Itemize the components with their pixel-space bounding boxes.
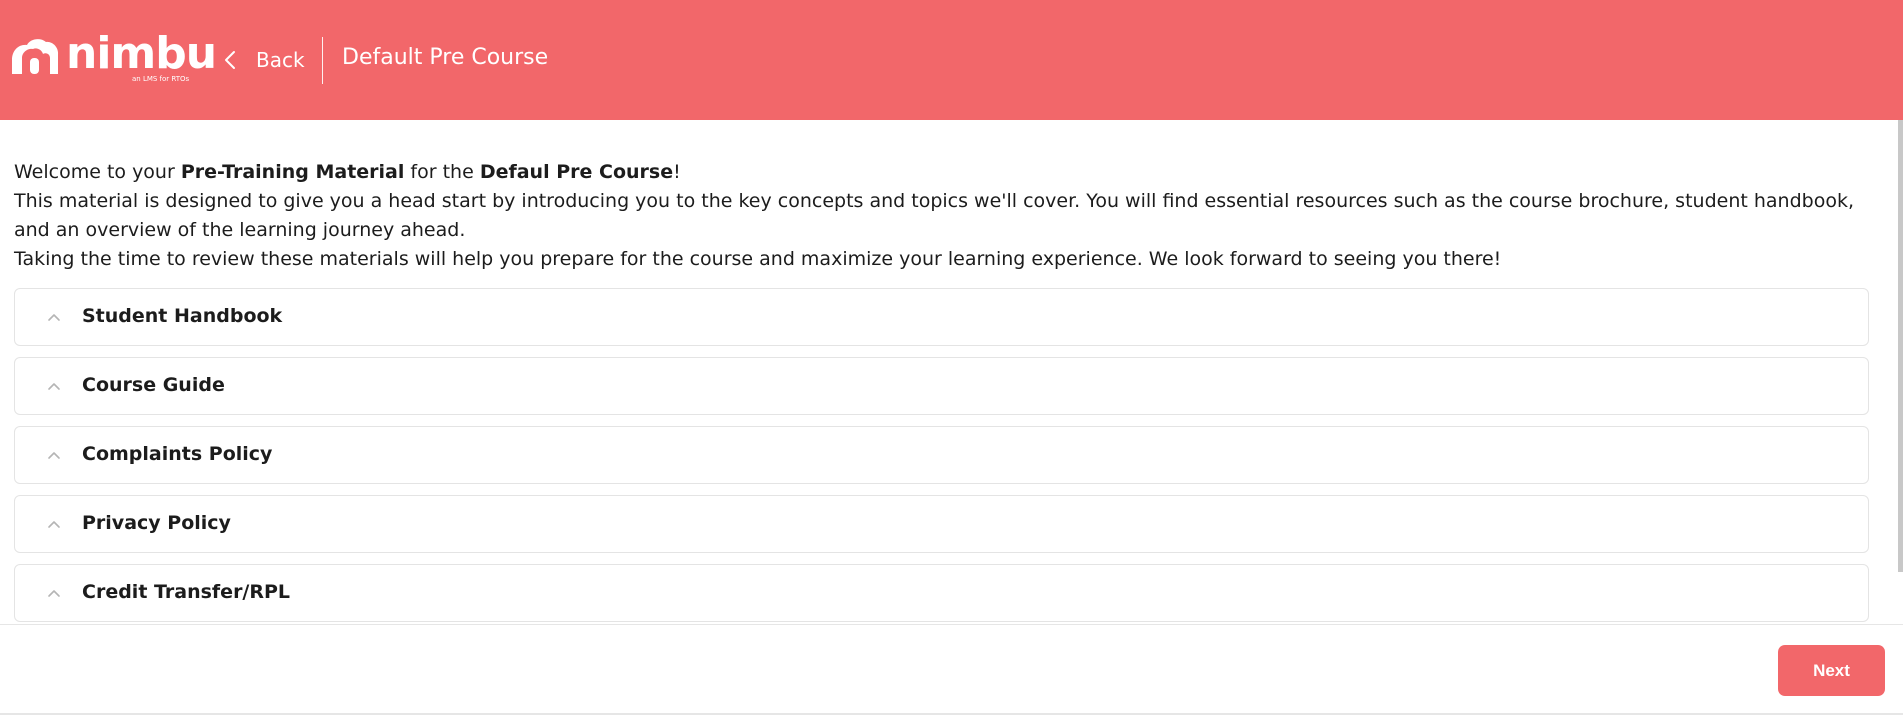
- header-divider: [322, 37, 323, 84]
- course-title: Default Pre Course: [342, 45, 549, 70]
- intro-welcome-suffix: !: [673, 161, 681, 183]
- logo-tagline: an LMS for RTOs: [132, 75, 190, 83]
- main-content: Welcome to your Pre-Training Material fo…: [0, 120, 1898, 624]
- back-button[interactable]: Back: [222, 44, 305, 76]
- intro-text: Welcome to your Pre-Training Material fo…: [14, 158, 1874, 274]
- top-header: nimbu an LMS for RTOs Back Default Pre C…: [0, 0, 1903, 120]
- chevron-up-icon: [48, 521, 60, 528]
- intro-encouragement: Taking the time to review these material…: [14, 248, 1502, 270]
- chevron-up-icon: [48, 314, 60, 321]
- accordion-label: Credit Transfer/RPL: [82, 581, 291, 603]
- accordion-student-handbook[interactable]: Student Handbook: [14, 288, 1869, 346]
- accordion-privacy-policy[interactable]: Privacy Policy: [14, 495, 1869, 553]
- intro-welcome-prefix: Welcome to your: [14, 161, 181, 183]
- intro-welcome-line: Welcome to your Pre-Training Material fo…: [14, 158, 1874, 187]
- back-label: Back: [256, 48, 305, 72]
- accordion-course-guide[interactable]: Course Guide: [14, 357, 1869, 415]
- chevron-up-icon: [48, 383, 60, 390]
- content-scrollbar[interactable]: [1898, 120, 1903, 572]
- footer-bar: Next: [0, 624, 1903, 716]
- intro-description: This material is designed to give you a …: [14, 190, 1854, 241]
- nimbu-logo[interactable]: nimbu an LMS for RTOs: [6, 28, 217, 86]
- next-button[interactable]: Next: [1778, 645, 1885, 696]
- chevron-left-icon: [225, 51, 235, 69]
- intro-course-name: Defaul Pre Course: [479, 161, 674, 183]
- cloud-logo-icon: [12, 39, 59, 74]
- chevron-up-icon: [48, 452, 60, 459]
- intro-welcome-mid: for the: [404, 161, 480, 183]
- accordion-label: Complaints Policy: [82, 443, 273, 465]
- accordion-credit-transfer-rpl[interactable]: Credit Transfer/RPL: [14, 564, 1869, 622]
- accordion-label: Student Handbook: [82, 305, 283, 327]
- logo-wordmark: nimbu: [66, 28, 217, 79]
- intro-material-name: Pre-Training Material: [180, 161, 405, 183]
- accordion-label: Privacy Policy: [82, 512, 231, 534]
- accordion-label: Course Guide: [82, 374, 225, 396]
- chevron-up-icon: [48, 590, 60, 597]
- accordion-complaints-policy[interactable]: Complaints Policy: [14, 426, 1869, 484]
